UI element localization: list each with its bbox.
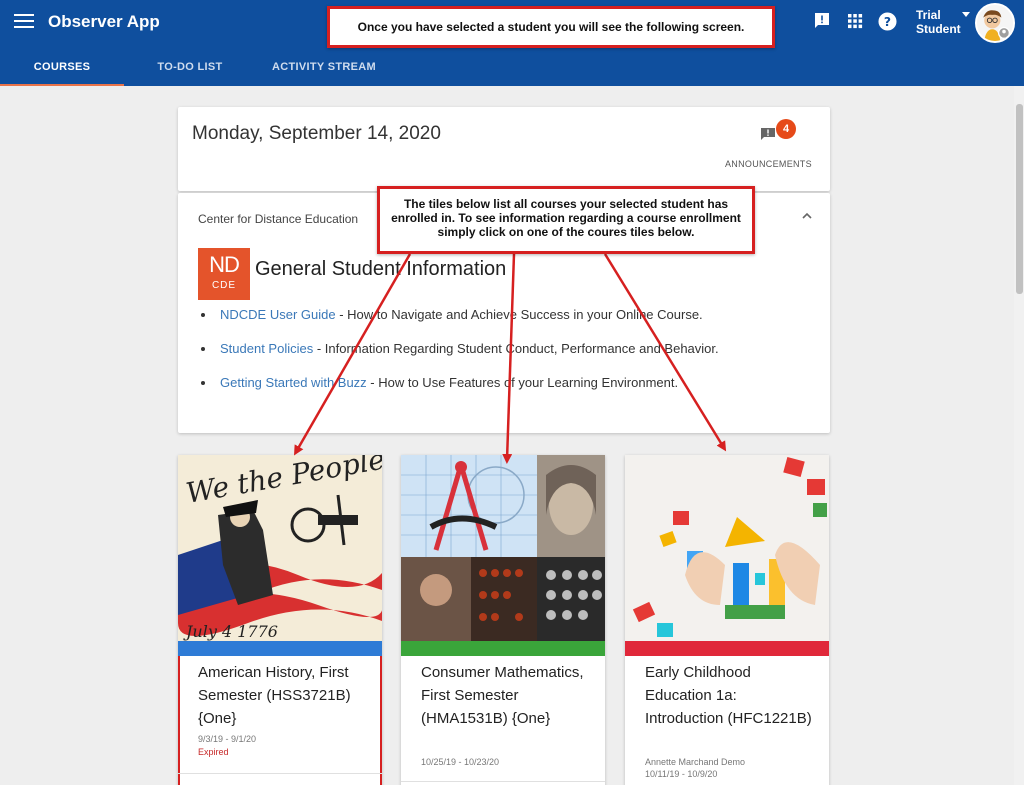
list-item: Student Policies - Information Regarding… [216,340,719,357]
help-icon[interactable]: ? [878,12,897,31]
course-dates: 9/3/19 - 9/1/20 [198,734,257,744]
course-title[interactable]: Early Childhood Education 1a: Introducti… [645,661,815,730]
course-image [625,455,829,641]
annotation-callout-top: Once you have selected a student you wil… [327,6,775,48]
info-title: General Student Information [255,258,507,280]
course-color-bar [178,641,382,656]
announcement-count-badge[interactable]: 4 [776,119,796,139]
avatar[interactable] [975,3,1015,43]
course-tile-early-childhood[interactable]: Early Childhood Education 1a: Introducti… [625,455,829,785]
active-tab-indicator [0,84,124,86]
svg-text:July 4 1776: July 4 1776 [183,622,278,641]
course-color-bar [401,641,605,656]
app-title: Observer App [48,12,160,31]
current-date: Monday, September 14, 2020 [192,123,441,144]
announcements-label[interactable]: ANNOUNCEMENTS [725,159,812,169]
user-name[interactable]: Trial Student [916,8,961,36]
course-image [401,455,605,641]
svg-text:?: ? [884,15,891,29]
course-tile-consumer-math[interactable]: Consumer Mathematics, First Semester (HM… [401,455,605,785]
menu-icon[interactable] [14,14,34,30]
annotation-callout-tiles: The tiles below list all courses your se… [377,186,755,254]
ndcde-logo: ND CDE [198,248,250,300]
course-title[interactable]: American History, First Semester (HSS372… [198,661,368,730]
tab-courses[interactable]: COURSES [0,48,124,86]
tile-divider [178,773,382,774]
tile-divider [401,781,605,782]
course-color-bar [625,641,829,656]
list-item: Getting Started with Buzz - How to Use F… [216,374,719,391]
info-card-heading: Center for Distance Education [198,212,359,226]
course-tile-american-history[interactable]: We the People July 4 1776 American Histo… [178,455,382,785]
course-dates: 10/25/19 - 10/23/20 [421,757,500,767]
getting-started-link[interactable]: Getting Started with Buzz [220,375,367,390]
scrollbar-thumb[interactable] [1016,104,1023,294]
chevron-up-icon[interactable] [801,211,813,221]
info-link-list: NDCDE User Guide - How to Navigate and A… [216,306,719,408]
tab-activity-stream[interactable]: ACTIVITY STREAM [262,48,386,86]
course-title[interactable]: Consumer Mathematics, First Semester (HM… [421,661,591,730]
tab-todo-list[interactable]: TO-DO LIST [138,48,242,86]
apps-grid-icon[interactable] [846,12,864,30]
course-dates: 10/11/19 - 10/9/20 [645,769,718,779]
tab-bar: COURSES TO-DO LIST ACTIVITY STREAM [0,48,1024,86]
date-card: Monday, September 14, 2020 4 ANNOUNCEMEN… [178,107,830,191]
course-status: Expired [198,747,229,757]
feedback-icon[interactable] [813,12,831,30]
list-item: NDCDE User Guide - How to Navigate and A… [216,306,719,323]
student-policies-link[interactable]: Student Policies [220,341,313,356]
avatar-illustration [977,5,1013,41]
user-guide-link[interactable]: NDCDE User Guide [220,307,336,322]
announcement-icon[interactable] [760,127,776,141]
course-teacher: Annette Marchand Demo [645,757,746,767]
chevron-down-icon[interactable] [962,12,970,17]
course-image: We the People July 4 1776 [178,455,382,641]
